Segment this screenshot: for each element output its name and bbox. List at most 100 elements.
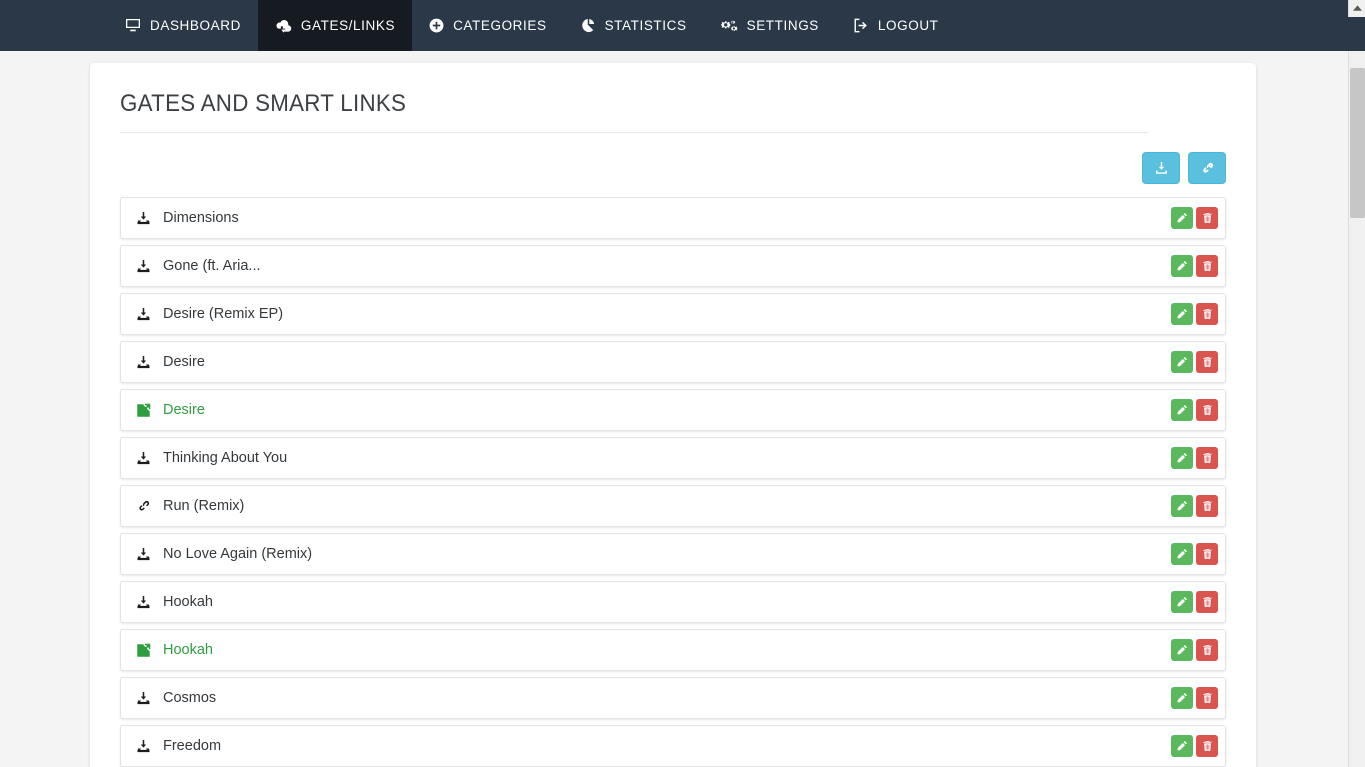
trash-icon xyxy=(1202,404,1213,416)
nav-item-logout[interactable]: LOGOUT xyxy=(836,0,956,51)
download-icon xyxy=(135,211,152,226)
pencil-icon xyxy=(1176,548,1188,560)
edit-button[interactable] xyxy=(1171,591,1193,613)
row-actions xyxy=(1171,735,1218,757)
edit-button[interactable] xyxy=(1171,687,1193,709)
list-item-label: Thinking About You xyxy=(163,450,288,466)
list-item-label: Gone (ft. Aria... xyxy=(163,258,261,274)
edit-button[interactable] xyxy=(1171,735,1193,757)
gates-links-list: Dimensions Gone (ft. Aria... Desire (Remix… xyxy=(120,197,1226,767)
nav-label-settings: SETTINGS xyxy=(746,18,819,33)
list-item[interactable]: Freedom xyxy=(120,725,1226,767)
list-item-label: Hookah xyxy=(163,642,213,658)
delete-button[interactable] xyxy=(1196,543,1218,565)
list-item-label: Desire (Remix EP) xyxy=(163,306,284,322)
trash-icon xyxy=(1202,452,1213,464)
list-item[interactable]: Run (Remix) xyxy=(120,485,1226,527)
download-icon xyxy=(135,307,152,322)
edit-button[interactable] xyxy=(1171,399,1193,421)
list-item[interactable]: Desire (Remix EP) xyxy=(120,293,1226,335)
nav-item-categories[interactable]: CATEGORIES xyxy=(412,0,564,51)
trash-icon xyxy=(1202,308,1213,320)
edit-button[interactable] xyxy=(1171,543,1193,565)
list-item[interactable]: Desire xyxy=(120,341,1226,383)
nav-item-settings[interactable]: SETTINGS xyxy=(704,0,836,51)
list-item[interactable]: Cosmos xyxy=(120,677,1226,719)
desktop-icon xyxy=(125,18,141,34)
delete-button[interactable] xyxy=(1196,735,1218,757)
pencil-icon xyxy=(1176,644,1188,656)
download-icon xyxy=(135,691,152,706)
pencil-icon xyxy=(1176,500,1188,512)
download-icon xyxy=(135,547,152,562)
nav-item-gates-links[interactable]: GATES/LINKS xyxy=(257,0,413,51)
pencil-icon xyxy=(1176,596,1188,608)
edit-button[interactable] xyxy=(1171,207,1193,229)
pencil-icon xyxy=(1176,692,1188,704)
download-icon xyxy=(135,259,152,274)
list-item[interactable]: Desire xyxy=(120,389,1226,431)
delete-button[interactable] xyxy=(1196,495,1218,517)
trash-icon xyxy=(1202,548,1213,560)
row-actions xyxy=(1171,447,1218,469)
edit-button[interactable] xyxy=(1171,303,1193,325)
row-actions xyxy=(1171,207,1218,229)
edit-button[interactable] xyxy=(1171,351,1193,373)
delete-button[interactable] xyxy=(1196,447,1218,469)
list-item[interactable]: Hookah xyxy=(120,581,1226,623)
cogs-icon xyxy=(720,18,738,33)
list-item[interactable]: No Love Again (Remix) xyxy=(120,533,1226,575)
cloud-download-icon xyxy=(275,18,292,34)
list-item[interactable]: Thinking About You xyxy=(120,437,1226,479)
scrollbar-up-area[interactable] xyxy=(1348,0,1365,17)
delete-button[interactable] xyxy=(1196,687,1218,709)
pencil-icon xyxy=(1176,356,1188,368)
download-icon xyxy=(135,739,152,754)
trash-icon xyxy=(1202,260,1213,272)
edit-button[interactable] xyxy=(1171,639,1193,661)
delete-button[interactable] xyxy=(1196,351,1218,373)
edit-button[interactable] xyxy=(1171,255,1193,277)
page-scrollbar[interactable] xyxy=(1348,51,1365,767)
nav-item-dashboard[interactable]: DASHBOARD xyxy=(108,0,258,51)
pencil-icon xyxy=(1176,260,1188,272)
nav-item-statistics[interactable]: STATISTICS xyxy=(564,0,704,51)
trash-icon xyxy=(1202,692,1213,704)
list-item-label: Run (Remix) xyxy=(163,498,245,514)
row-actions xyxy=(1171,543,1218,565)
row-actions xyxy=(1171,495,1218,517)
list-item-label: Desire xyxy=(163,402,205,418)
external-link-icon xyxy=(135,403,152,418)
pencil-icon xyxy=(1176,404,1188,416)
edit-button[interactable] xyxy=(1171,447,1193,469)
sign-out-icon xyxy=(853,18,869,33)
pencil-icon xyxy=(1176,308,1188,320)
add-gate-button[interactable] xyxy=(1142,152,1180,184)
list-item[interactable]: Dimensions xyxy=(120,197,1226,239)
scrollbar-thumb[interactable] xyxy=(1350,68,1365,218)
edit-button[interactable] xyxy=(1171,495,1193,517)
row-actions xyxy=(1171,303,1218,325)
row-actions xyxy=(1171,255,1218,277)
add-smart-link-button[interactable] xyxy=(1188,152,1226,184)
delete-button[interactable] xyxy=(1196,303,1218,325)
delete-button[interactable] xyxy=(1196,399,1218,421)
delete-button[interactable] xyxy=(1196,207,1218,229)
pencil-icon xyxy=(1176,740,1188,752)
list-item-label: No Love Again (Remix) xyxy=(163,546,313,562)
list-item-label: Dimensions xyxy=(163,210,239,226)
list-item-label: Freedom xyxy=(163,738,222,754)
page-body: GATES AND SMART LINKS Dimensions Gone (ft… xyxy=(0,51,1365,767)
scroll-up-arrow-icon[interactable] xyxy=(1349,0,1365,17)
download-icon xyxy=(135,355,152,370)
row-actions xyxy=(1171,591,1218,613)
row-actions xyxy=(1171,687,1218,709)
list-item[interactable]: Gone (ft. Aria... xyxy=(120,245,1226,287)
list-item[interactable]: Hookah xyxy=(120,629,1226,671)
delete-button[interactable] xyxy=(1196,591,1218,613)
nav-label-categories: CATEGORIES xyxy=(453,18,547,33)
trash-icon xyxy=(1202,356,1213,368)
nav-label-statistics: STATISTICS xyxy=(604,18,687,33)
delete-button[interactable] xyxy=(1196,639,1218,661)
delete-button[interactable] xyxy=(1196,255,1218,277)
